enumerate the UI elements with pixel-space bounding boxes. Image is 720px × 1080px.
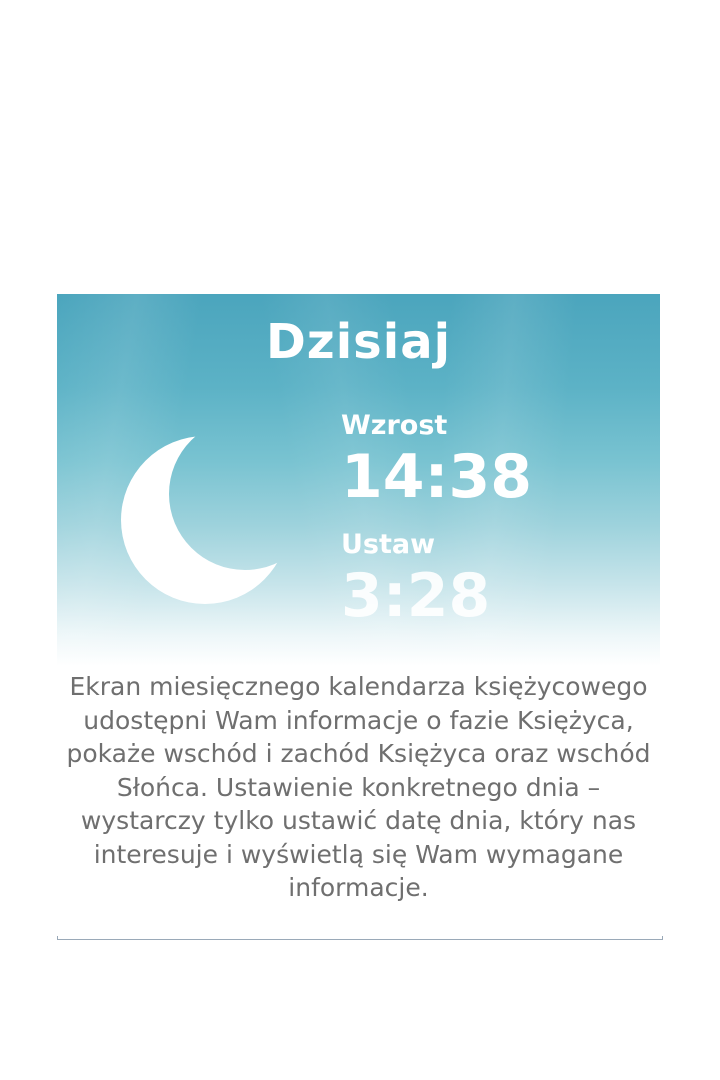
rise-label: Wzrost [341,410,448,441]
moon-times: Wzrost 14:38 Ustaw 3:28 [341,412,532,626]
crescent-moon-icon [121,432,301,612]
divider [57,936,663,940]
set-label: Ustaw [341,529,436,560]
set-time: 3:28 [341,561,491,631]
screen-title: Dzisiaj [265,314,452,370]
moon-screenshot: Dzisiaj Wzrost 14:38 Ustaw 3:28 [57,294,660,666]
description-text: Ekran miesięcznego kalendarza księżycowe… [66,672,651,902]
page: Dzisiaj Wzrost 14:38 Ustaw 3:28 Ekran mi… [0,0,720,1080]
rise-time: 14:38 [341,442,532,512]
